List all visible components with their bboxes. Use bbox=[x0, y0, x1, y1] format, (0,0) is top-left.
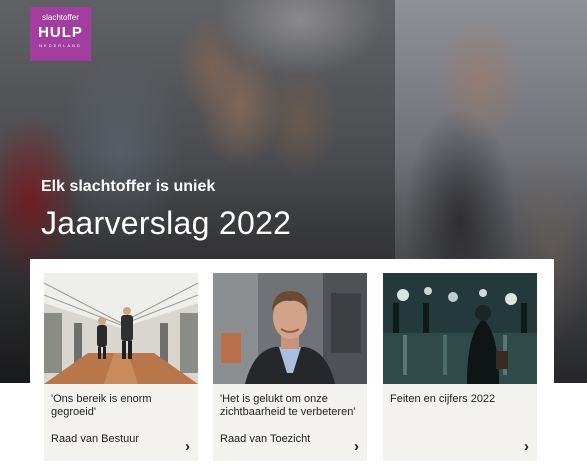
chevron-right-icon[interactable]: › bbox=[354, 439, 359, 454]
logo-bottom-text: NEDERLAND bbox=[39, 43, 82, 48]
card-raad-van-toezicht[interactable]: 'Het is gelukt om onze zichtbaarheid te … bbox=[213, 273, 367, 461]
card-feiten-en-cijfers[interactable]: Feiten en cijfers 2022 › bbox=[383, 273, 537, 461]
card-quote: Feiten en cijfers 2022 bbox=[390, 393, 496, 405]
train-station-photo-icon bbox=[44, 273, 198, 384]
card-subtitle: Raad van Toezicht bbox=[220, 433, 311, 445]
logo-mid-text: HULP bbox=[38, 24, 83, 41]
card-image-portrait[interactable] bbox=[213, 273, 367, 384]
card-quote: 'Ons bereik is enorm gegroeid' bbox=[51, 393, 152, 418]
chevron-right-icon[interactable]: › bbox=[524, 439, 529, 454]
card-subtitle: Raad van Bestuur bbox=[51, 433, 140, 445]
page-title: Jaarverslag 2022 bbox=[41, 205, 292, 241]
chevron-right-icon[interactable]: › bbox=[185, 439, 190, 454]
logo-top-text: slachtoffer bbox=[42, 13, 79, 22]
hero-subtitle: Elk slachtoffer is uniek bbox=[41, 178, 216, 195]
brand-logo[interactable]: slachtoffer HULP NEDERLAND bbox=[30, 7, 91, 61]
card-quote: 'Het is gelukt om onze zichtbaarheid te … bbox=[220, 393, 356, 418]
night-street-photo-icon bbox=[383, 273, 537, 384]
card-image-night-street[interactable] bbox=[383, 273, 537, 384]
card-raad-van-bestuur[interactable]: 'Ons bereik is enorm gegroeid' Raad van … bbox=[44, 273, 198, 461]
card-image-train-station[interactable] bbox=[44, 273, 198, 384]
portrait-photo-icon bbox=[213, 273, 367, 384]
